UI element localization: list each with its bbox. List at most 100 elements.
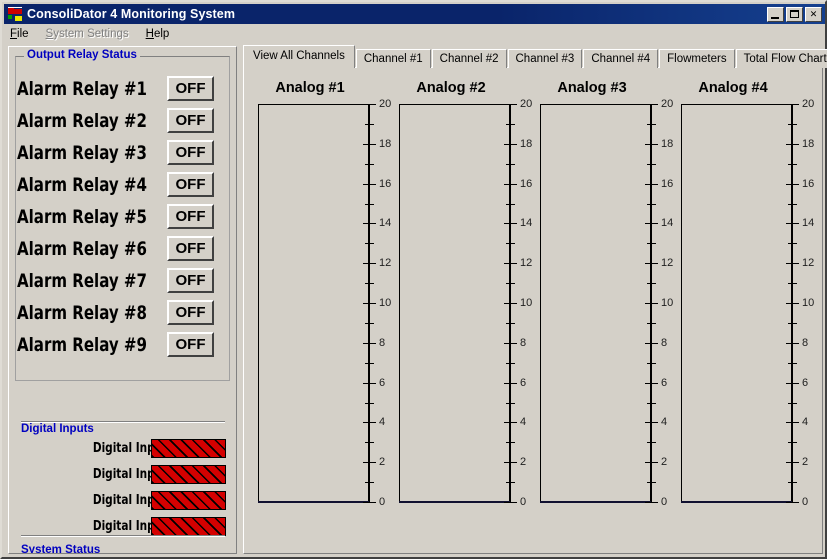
gauge-tick-minor [506, 164, 515, 165]
relay-state-button[interactable]: OFF [167, 332, 214, 357]
relay-state-button[interactable]: OFF [167, 268, 214, 293]
gauge-tick-minor [506, 442, 515, 443]
relay-row: Alarm Relay #4 OFF [9, 172, 224, 204]
gauge-tick-minor [788, 164, 797, 165]
tab-view-all-channels[interactable]: View All Channels [243, 45, 355, 68]
menu-item-file[interactable]: File [10, 27, 36, 41]
minimize-button[interactable] [767, 6, 784, 22]
gauge-tick-label: 20 [661, 98, 674, 110]
gauge-tick-minor [365, 124, 374, 125]
gauge-tick-label: 14 [802, 217, 815, 229]
menu-item-system-settings[interactable]: System Settings [46, 27, 136, 41]
menu-item-help[interactable]: Help [146, 27, 177, 41]
analog-gauge: Analog #4 0 2 4 6 8 10 12 14 16 18 20 [674, 80, 814, 530]
gauge-tick-label: 12 [661, 257, 674, 269]
gauge-tick-label: 12 [379, 257, 392, 269]
gauge-tick-minor [365, 403, 374, 404]
relay-row: Alarm Relay #8 OFF [9, 300, 224, 332]
gauge-tick-major [504, 502, 517, 503]
gauge-tick-major [363, 144, 376, 145]
gauge-tick-major [504, 184, 517, 185]
gauge-tick-label: 10 [520, 297, 533, 309]
gauge-tick-major [363, 422, 376, 423]
gauge-baseline [540, 501, 651, 503]
gauge-tick-major [363, 303, 376, 304]
tab-flowmeters[interactable]: Flowmeters [659, 49, 735, 68]
gauge-tick-label: 12 [802, 257, 815, 269]
relay-row: Alarm Relay #5 OFF [9, 204, 224, 236]
gauge-tick-minor [788, 243, 797, 244]
analog-gauge: Analog #1 0 2 4 6 8 10 12 14 16 18 20 [251, 80, 391, 530]
window-title: ConsoliDator 4 Monitoring System [27, 7, 236, 21]
gauge-tick-label: 20 [802, 98, 815, 110]
relay-state-button[interactable]: OFF [167, 76, 214, 101]
gauge-tick-minor [647, 363, 656, 364]
gauge-baseline [399, 501, 510, 503]
gauge-tick-major [786, 502, 799, 503]
relay-label: Alarm Relay #7 [17, 270, 147, 292]
gauge-tick-minor [506, 403, 515, 404]
gauge-tick-major [504, 144, 517, 145]
gauge-tick-label: 0 [379, 496, 386, 508]
maximize-button[interactable] [786, 6, 803, 22]
gauge-title: Analog #2 [416, 80, 486, 96]
gauge-tick-label: 20 [520, 98, 533, 110]
tab-channel-2[interactable]: Channel #2 [431, 49, 507, 68]
relay-state-button[interactable]: OFF [167, 140, 214, 165]
application-icon [8, 6, 24, 22]
digital-input-row: Digital Input #3 [9, 491, 236, 515]
gauge-tick-minor [365, 482, 374, 483]
gauge-tick-minor [788, 283, 797, 284]
close-button[interactable]: ✕ [805, 6, 822, 22]
tab-channel-1[interactable]: Channel #1 [355, 49, 431, 68]
gauge-baseline [681, 501, 792, 503]
gauge-tick-label: 2 [661, 456, 668, 468]
gauge-tick-minor [788, 482, 797, 483]
gauge-tick-major [504, 422, 517, 423]
gauge-tick-major [363, 502, 376, 503]
gauge-tick-minor [365, 164, 374, 165]
menu-item-help-rest: elp [153, 28, 170, 40]
relay-state-button[interactable]: OFF [167, 204, 214, 229]
tab-channel-3[interactable]: Channel #3 [507, 49, 583, 68]
gauge-tick-label: 16 [520, 178, 533, 190]
gauge-tick-minor [647, 482, 656, 483]
tab-total-flow-chart[interactable]: Total Flow Chart [735, 49, 827, 68]
relay-state-button[interactable]: OFF [167, 108, 214, 133]
gauge-tick-label: 18 [520, 138, 533, 150]
gauge-tick-label: 8 [661, 337, 668, 349]
gauge-plot-area [258, 104, 369, 502]
gauge-tick-label: 4 [520, 416, 527, 428]
relay-label: Alarm Relay #4 [17, 174, 147, 196]
gauge-tick-minor [647, 164, 656, 165]
tab-strip: View All Channels Channel #1 Channel #2 Cha… [243, 45, 827, 68]
relay-row: Alarm Relay #6 OFF [9, 236, 224, 268]
relay-row: Alarm Relay #2 OFF [9, 108, 224, 140]
relay-state-button[interactable]: OFF [167, 236, 214, 261]
gauge-tick-major [645, 263, 658, 264]
relay-state-button[interactable]: OFF [167, 300, 214, 325]
tab-channel-4[interactable]: Channel #4 [583, 49, 659, 68]
gauge-plot-area [540, 104, 651, 502]
gauge-tick-major [645, 343, 658, 344]
relay-label: Alarm Relay #9 [17, 334, 147, 356]
close-icon: ✕ [809, 8, 818, 19]
gauge-tick-label: 10 [802, 297, 815, 309]
relay-label: Alarm Relay #5 [17, 206, 147, 228]
system-status-title: System Status [21, 544, 101, 554]
gauge-tick-label: 18 [661, 138, 674, 150]
relay-label: Alarm Relay #8 [17, 302, 147, 324]
analog-gauge: Analog #3 0 2 4 6 8 10 12 14 16 18 20 [533, 80, 673, 530]
relay-state-button[interactable]: OFF [167, 172, 214, 197]
gauge-tick-minor [506, 323, 515, 324]
gauge-tick-minor [506, 204, 515, 205]
gauge-tick-label: 14 [520, 217, 533, 229]
divider-digital-system [21, 535, 225, 537]
output-relay-status-title: Output Relay Status [24, 49, 140, 61]
gauge-tick-minor [365, 442, 374, 443]
gauge-tick-label: 10 [379, 297, 392, 309]
gauge-tick-label: 2 [802, 456, 809, 468]
gauge-tick-label: 12 [520, 257, 533, 269]
gauge-tick-label: 2 [379, 456, 386, 468]
relay-label: Alarm Relay #1 [17, 78, 147, 100]
